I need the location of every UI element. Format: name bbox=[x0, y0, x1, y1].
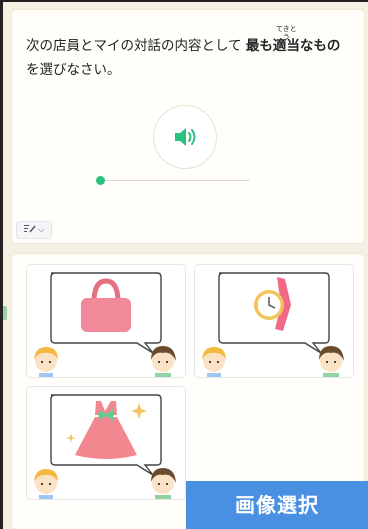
shopper-avatar bbox=[34, 347, 58, 377]
play-audio-button[interactable] bbox=[154, 106, 216, 168]
choice-card-handbag[interactable] bbox=[26, 264, 186, 378]
question-text-after: を選びなさい。 bbox=[26, 62, 121, 78]
audio-seek-knob[interactable] bbox=[96, 176, 105, 185]
note-tool-button[interactable]: ⌵ bbox=[16, 221, 52, 239]
speaker-icon bbox=[175, 128, 196, 146]
chevron-down-icon: ⌵ bbox=[38, 225, 45, 234]
dress-scene-image bbox=[34, 394, 176, 499]
scroll-indicator bbox=[3, 306, 7, 320]
ruby-text: てきとう bbox=[275, 25, 297, 41]
question-emphasis-part2: なもの bbox=[299, 38, 341, 54]
ruby-tekitou: てきとう 適当 bbox=[273, 25, 300, 58]
edit-list-icon bbox=[23, 225, 36, 233]
question-text-before: 次の店員とマイの対話の内容として bbox=[26, 38, 246, 54]
shopper-avatar bbox=[202, 347, 226, 377]
question-emphasis: 最も てきとう 適当なもの bbox=[245, 25, 341, 54]
window-top-border bbox=[0, 0, 368, 2]
question-emphasis-part1: 最も bbox=[245, 38, 273, 54]
clerk-avatar bbox=[151, 346, 176, 377]
handbag-scene-image bbox=[34, 272, 176, 377]
window-left-border bbox=[0, 0, 3, 529]
choice-card-dress[interactable] bbox=[26, 386, 186, 500]
choice-card-wristwatch[interactable] bbox=[194, 264, 354, 378]
app-frame: 次の店員とマイの対話の内容として 最もてきとう適当なもの を選びなさい。 ⌵ bbox=[0, 0, 368, 529]
wristwatch-scene-image bbox=[202, 272, 344, 377]
image-select-button[interactable]: 画像選択 bbox=[186, 481, 368, 529]
audio-seek-track[interactable] bbox=[102, 180, 250, 181]
clerk-avatar bbox=[151, 468, 176, 499]
clerk-avatar bbox=[319, 346, 344, 377]
question-text: 次の店員とマイの対話の内容として 最も てきとう 適当なもの を選びなさい。 bbox=[26, 25, 356, 82]
shopper-avatar bbox=[34, 469, 58, 499]
